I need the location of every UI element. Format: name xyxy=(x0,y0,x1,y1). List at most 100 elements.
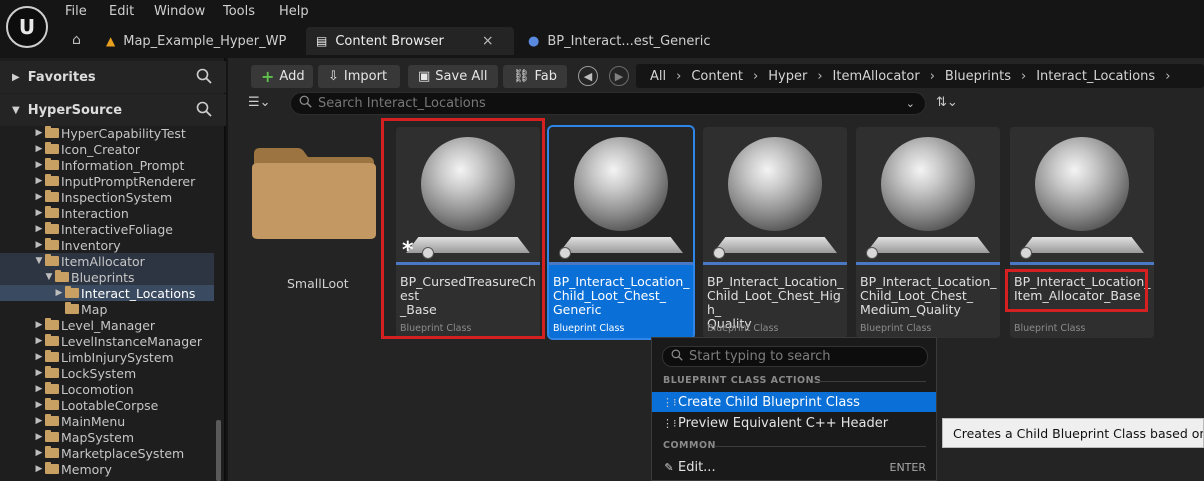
clock-icon xyxy=(713,247,725,259)
breadcrumb-itemallocator[interactable]: ItemAllocator xyxy=(833,69,920,84)
tab-map[interactable]: ▲ Map_Example_Hyper_WP xyxy=(96,27,296,55)
breadcrumb-content[interactable]: Content xyxy=(691,69,743,84)
breadcrumb-all[interactable]: All xyxy=(650,69,666,84)
highlight-box xyxy=(381,118,545,339)
menu-item-preview-cpp-header[interactable]: ⋮⁝ Preview Equivalent C++ Header xyxy=(652,413,936,433)
tree-item-itemallocator[interactable]: ▼ ItemAllocator xyxy=(0,253,214,269)
breadcrumb-interact-locations[interactable]: Interact_Locations xyxy=(1036,69,1155,84)
fab-button[interactable]: ⛓ Fab xyxy=(503,65,567,88)
asset-thumbnail xyxy=(703,127,847,265)
back-arrow-icon[interactable]: ◀ xyxy=(578,66,598,86)
folder-icon xyxy=(45,238,59,250)
source-header[interactable]: ▼ HyperSource xyxy=(0,94,226,126)
favorites-header[interactable]: ▶ Favorites xyxy=(0,61,226,93)
pencil-icon: ✎ xyxy=(664,460,674,474)
tree-item-levelinstancemanager[interactable]: ▶ LevelInstanceManager xyxy=(0,333,214,349)
search-icon xyxy=(671,349,683,365)
tree-item-interactivefoliage[interactable]: ▶ InteractiveFoliage xyxy=(0,221,214,237)
breadcrumb-hyper[interactable]: Hyper xyxy=(768,69,807,84)
header-file-icon: ⋮⁝ xyxy=(662,416,677,430)
folder-icon xyxy=(45,414,59,426)
menu-item-create-child-blueprint[interactable]: ⋮⁝ Create Child Blueprint Class xyxy=(652,392,936,412)
tree-item-inspectionsystem[interactable]: ▶ InspectionSystem xyxy=(0,189,214,205)
folder-icon xyxy=(45,158,59,170)
folder-icon xyxy=(65,286,79,298)
forward-arrow-icon[interactable]: ▶ xyxy=(609,66,629,86)
tooltip: Creates a Child Blueprint Class based on… xyxy=(942,418,1204,448)
tree-item-hypercapabilitytest[interactable]: ▶ HyperCapabilityTest xyxy=(0,125,214,141)
search-input[interactable]: Search Interact_Locations ⌄ xyxy=(290,92,926,115)
tree-item-inventory[interactable]: ▶ Inventory xyxy=(0,237,214,253)
unreal-logo-icon[interactable]: U xyxy=(6,6,48,48)
tree-item-locksystem[interactable]: ▶ LockSystem xyxy=(0,365,214,381)
section-header-blueprint-actions: BLUEPRINT CLASS ACTIONS xyxy=(663,375,822,386)
save-all-button[interactable]: ▣ Save All xyxy=(408,65,498,88)
tree-item-lootablecorpse[interactable]: ▶ LootableCorpse xyxy=(0,397,214,413)
menu-edit[interactable]: Edit xyxy=(109,4,134,19)
tree-item-locomotion[interactable]: ▶ Locomotion xyxy=(0,381,214,397)
asset-name: BP_Interact_Location_ Child_Loot_Chest_ … xyxy=(553,274,690,317)
tree-item-mainmenu[interactable]: ▶ MainMenu xyxy=(0,413,214,429)
tree-scrollbar[interactable] xyxy=(216,420,221,481)
asset-tile-loot-chest-generic[interactable]: BP_Interact_Location_ Child_Loot_Chest_ … xyxy=(547,125,695,340)
blueprint-class-icon: ⋮⁝ xyxy=(662,395,677,409)
menu-window[interactable]: Window xyxy=(154,4,205,19)
content-browser-icon: ▤ xyxy=(316,34,328,48)
tree-item-interact-locations[interactable]: ▶ Interact_Locations xyxy=(0,285,214,301)
sort-icon[interactable]: ⇅⌄ xyxy=(936,95,958,110)
tab-blueprint[interactable]: ● BP_Interact...est_Generic xyxy=(518,27,721,55)
menu-item-edit[interactable]: ✎ Edit... ENTER xyxy=(652,457,936,477)
plus-icon: + xyxy=(261,67,275,86)
tree-item-marketplacesystem[interactable]: ▶ MarketplaceSystem xyxy=(0,445,214,461)
clock-icon xyxy=(866,247,878,259)
tree-item-map[interactable]: Map xyxy=(0,301,214,317)
tree-item-blueprints[interactable]: ▼ Blueprints xyxy=(0,269,214,285)
source-label: HyperSource xyxy=(27,102,123,118)
folder-icon xyxy=(45,174,59,186)
menu-tools[interactable]: Tools xyxy=(223,4,255,19)
tree-item-limbinjurysystem[interactable]: ▶ LimbInjurySystem xyxy=(0,349,214,365)
clock-icon xyxy=(1020,247,1032,259)
folder-smallloot[interactable] xyxy=(250,146,377,240)
asset-tile-loot-chest-medium-quality[interactable]: BP_Interact_Location_ Child_Loot_Chest_ … xyxy=(856,127,1000,338)
tree-item-level-manager[interactable]: ▶ Level_Manager xyxy=(0,317,214,333)
folder-icon xyxy=(45,222,59,234)
home-icon[interactable]: ⌂ xyxy=(72,32,81,48)
asset-type: Blueprint Class xyxy=(860,323,932,334)
add-button[interactable]: + Add xyxy=(251,65,313,88)
menu-file[interactable]: File xyxy=(65,4,87,19)
chevron-down-icon[interactable]: ⌄ xyxy=(906,97,915,110)
folder-icon xyxy=(45,382,59,394)
tree-item-inputpromptrenderer[interactable]: ▶ InputPromptRenderer xyxy=(0,173,214,189)
asset-thumbnail xyxy=(1010,127,1154,265)
folder-icon xyxy=(45,190,59,202)
filter-icon[interactable]: ☰⌄ xyxy=(248,95,271,110)
chevron-right-icon: › xyxy=(676,68,682,84)
asset-type: Blueprint Class xyxy=(707,323,779,334)
tree-item-mapsystem[interactable]: ▶ MapSystem xyxy=(0,429,214,445)
level-icon: ▲ xyxy=(106,34,116,48)
folder-label: SmallLoot xyxy=(287,276,349,291)
import-button[interactable]: ⇩ Import xyxy=(318,65,400,88)
breadcrumb-blueprints[interactable]: Blueprints xyxy=(945,69,1011,84)
context-search-input[interactable]: Start typing to search xyxy=(662,346,928,367)
tree-item-interaction[interactable]: ▶ Interaction xyxy=(0,205,214,221)
folder-icon xyxy=(45,398,59,410)
folder-icon xyxy=(45,126,59,138)
menu-help[interactable]: Help xyxy=(279,4,309,19)
import-icon: ⇩ xyxy=(328,69,339,84)
material-sphere-icon xyxy=(728,137,822,231)
asset-tile-loot-chest-high-quality[interactable]: BP_Interact_Location_ Child_Loot_Chest_H… xyxy=(703,127,847,338)
blueprint-icon: ● xyxy=(528,33,540,49)
breadcrumb: All › Content › Hyper › ItemAllocator › Blue… xyxy=(636,64,1204,88)
tree-item-memory[interactable]: ▶ Memory xyxy=(0,461,214,477)
search-icon[interactable] xyxy=(196,101,212,121)
asset-thumbnail xyxy=(549,127,693,265)
folder-icon xyxy=(45,206,59,218)
search-icon[interactable] xyxy=(196,68,212,88)
tree-item-information-prompt[interactable]: ▶ Information_Prompt xyxy=(0,157,214,173)
folder-icon xyxy=(45,334,59,346)
tab-content-browser[interactable]: ▤ Content Browser × xyxy=(306,27,514,55)
close-icon[interactable]: × xyxy=(482,33,494,49)
tree-item-icon-creator[interactable]: ▶ Icon_Creator xyxy=(0,141,214,157)
